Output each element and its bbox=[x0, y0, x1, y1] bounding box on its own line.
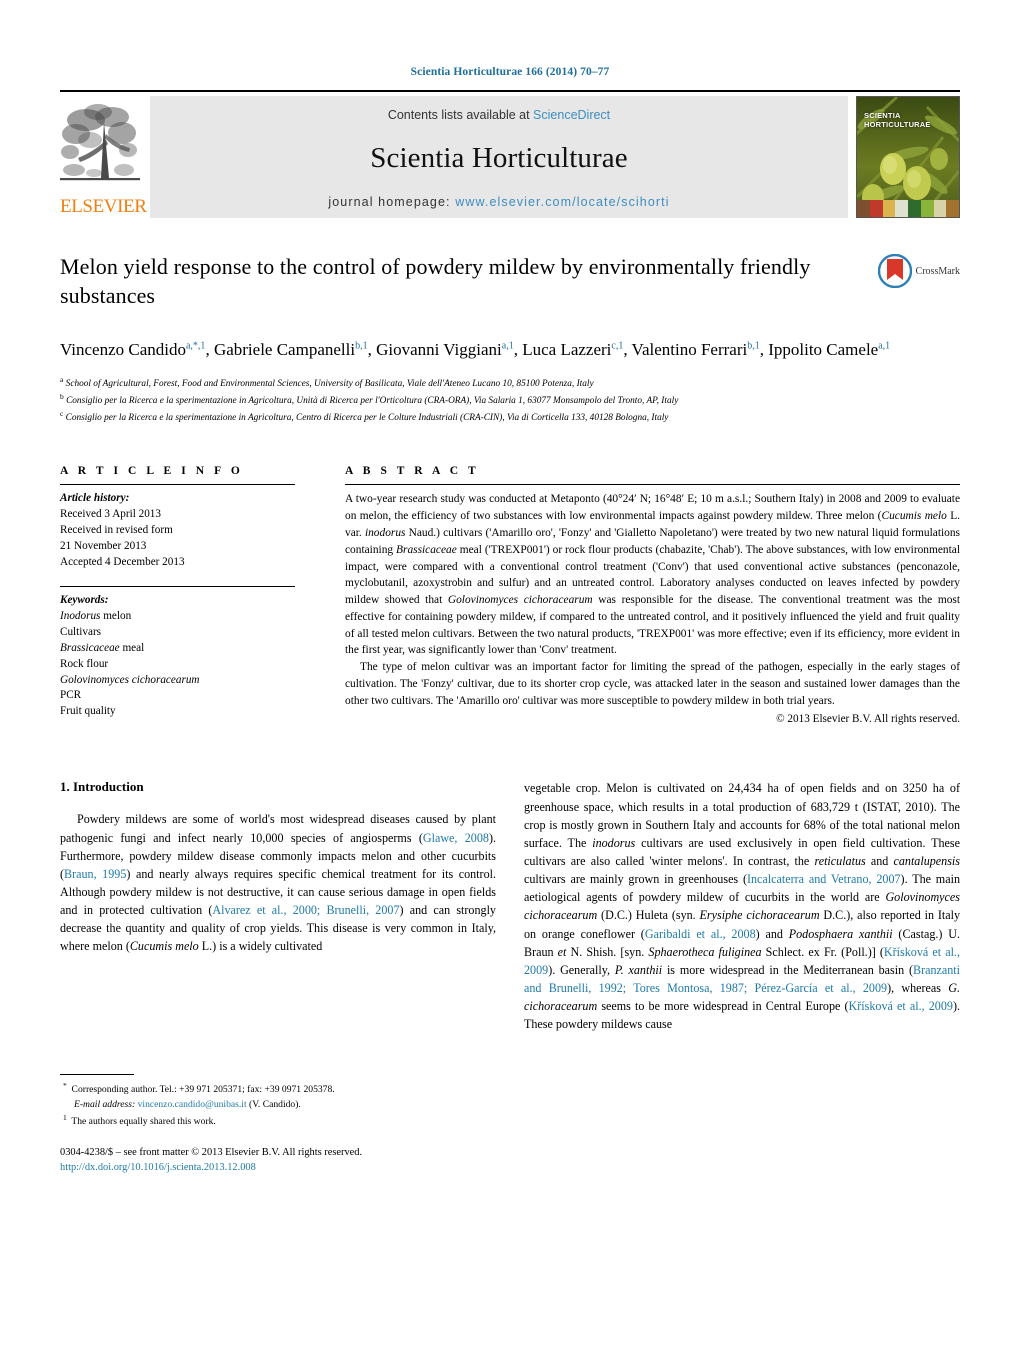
abstract-column: A B S T R A C T A two-year research stud… bbox=[345, 465, 960, 725]
elsevier-wordmark: ELSEVIER bbox=[60, 196, 147, 217]
keyword-italic-part: Golovinomyces cichoracearum bbox=[60, 673, 200, 686]
citation-link[interactable]: Incalcaterra and Vetrano, 2007 bbox=[747, 872, 901, 886]
footnote-equal-contribution: 1 The authors equally shared this work. bbox=[63, 1112, 216, 1127]
divider bbox=[60, 484, 295, 486]
sciencedirect-link[interactable]: ScienceDirect bbox=[533, 108, 610, 122]
article-info-heading: A R T I C L E I N F O bbox=[60, 465, 244, 478]
keyword-item: PCR bbox=[60, 689, 82, 702]
contents-prefix: Contents lists available at bbox=[387, 108, 534, 122]
homepage-prefix: journal homepage: bbox=[328, 195, 456, 209]
issn-line: 0304-4238/$ – see front matter © 2013 El… bbox=[60, 1146, 363, 1158]
citation-link[interactable]: Alvarez et al., 2000; Brunelli, 2007 bbox=[212, 903, 399, 917]
keywords-label: Keywords: bbox=[60, 594, 109, 607]
footnote-block: * Corresponding author. Tel.: +39 971 20… bbox=[60, 1073, 496, 1129]
crossmark-icon bbox=[877, 254, 912, 288]
email-suffix: (V. Candido). bbox=[249, 1098, 301, 1110]
citation-link[interactable]: Glawe, 2008 bbox=[423, 831, 489, 845]
info-abstract-row: A R T I C L E I N F O Article history: R… bbox=[60, 465, 960, 725]
keyword-item: Cultivars bbox=[60, 625, 102, 638]
keywords-list: Keywords: Inodorus melon Cultivars Brass… bbox=[60, 593, 345, 720]
article-history: Article history: Received 3 April 2013 R… bbox=[60, 491, 345, 571]
keywords-block: Keywords: Inodorus melon Cultivars Brass… bbox=[60, 586, 345, 720]
affiliation-marker: b bbox=[60, 391, 64, 401]
paper-page: Scientia Horticulturae 166 (2014) 70–77 bbox=[0, 0, 1020, 1351]
journal-cover-thumbnail: SCIENTIA HORTICULTURAE bbox=[856, 96, 960, 218]
page-title: Melon yield response to the control of p… bbox=[60, 254, 811, 309]
citation-link[interactable]: Branzanti and Brunelli, 1992; Tores Mont… bbox=[524, 963, 960, 995]
article-history-label: Article history: bbox=[60, 492, 130, 505]
affiliation-marker: a bbox=[60, 374, 64, 384]
affiliation-item: c Consiglio per la Ricerca e la sperimen… bbox=[60, 409, 960, 425]
journal-banner: Contents lists available at ScienceDirec… bbox=[150, 96, 848, 218]
elsevier-tree-icon bbox=[60, 104, 140, 181]
keyword-item: Brassicaceae meal bbox=[60, 641, 145, 654]
email-link[interactable]: vincenzo.candido@unibas.it bbox=[138, 1099, 247, 1110]
running-head: Scientia Horticulturae 166 (2014) 70–77 bbox=[410, 66, 610, 78]
history-item: Received in revised form bbox=[60, 524, 173, 537]
affiliation-item: a School of Agricultural, Forest, Food a… bbox=[60, 375, 960, 391]
keyword-item: Inodorus melon bbox=[60, 609, 132, 622]
journal-homepage-link[interactable]: www.elsevier.com/locate/scihorti bbox=[455, 195, 669, 209]
crossmark-badge[interactable]: CrossMark bbox=[877, 254, 960, 288]
section-heading-introduction: 1. Introduction bbox=[60, 779, 144, 795]
keyword-item: Rock flour bbox=[60, 657, 109, 670]
doi-link[interactable]: http://dx.doi.org/10.1016/j.scienta.2013… bbox=[60, 1160, 496, 1176]
affiliation-text: Consiglio per la Ricerca e la sperimenta… bbox=[65, 413, 669, 424]
divider bbox=[60, 586, 295, 588]
affiliation-text: Consiglio per la Ricerca e la sperimenta… bbox=[66, 396, 679, 407]
affiliation-marker: c bbox=[60, 409, 64, 419]
history-item: Received 3 April 2013 bbox=[60, 508, 161, 521]
abstract-body: A two-year research study was conducted … bbox=[345, 491, 960, 709]
abstract-paragraph-1: A two-year research study was conducted … bbox=[345, 493, 961, 657]
abstract-paragraph-2: The type of melon cultivar was an import… bbox=[345, 661, 960, 707]
footnote-corresponding-author: * Corresponding author. Tel.: +39 971 20… bbox=[63, 1080, 335, 1095]
intro-paragraph-right: vegetable crop. Melon is cultivated on 2… bbox=[524, 781, 961, 1032]
introduction-section: 1. Introduction Powdery mildews are some… bbox=[60, 779, 960, 1175]
body-column-right: vegetable crop. Melon is cultivated on 2… bbox=[524, 779, 960, 1175]
affiliation-item: b Consiglio per la Ricerca e la sperimen… bbox=[60, 392, 960, 408]
body-column-left: 1. Introduction Powdery mildews are some… bbox=[60, 779, 496, 1175]
keyword-italic-part: Brassicaceae bbox=[60, 641, 120, 654]
footnote-divider bbox=[60, 1073, 134, 1075]
journal-masthead: ELSEVIER Contents lists available at Sci… bbox=[60, 90, 960, 218]
citation-link[interactable]: Křísková et al., 2009 bbox=[849, 999, 953, 1013]
history-item: 21 November 2013 bbox=[60, 540, 147, 553]
issn-copyright-block: 0304-4238/$ – see front matter © 2013 El… bbox=[60, 1145, 496, 1176]
email-label: E-mail address: bbox=[74, 1098, 136, 1110]
cover-color-strip bbox=[857, 200, 959, 217]
affiliation-text: School of Agricultural, Forest, Food and… bbox=[65, 378, 594, 389]
article-info-column: A R T I C L E I N F O Article history: R… bbox=[60, 465, 345, 725]
citation-link[interactable]: Braun, 1995 bbox=[64, 867, 126, 881]
journal-title: Scientia Horticulturae bbox=[370, 142, 628, 174]
footnote-email: E-mail address: vincenzo.candido@unibas.… bbox=[60, 1098, 496, 1112]
cover-title-line1: SCIENTIA bbox=[864, 111, 901, 120]
elsevier-logo: ELSEVIER bbox=[60, 96, 147, 218]
journal-homepage-line: journal homepage: www.elsevier.com/locat… bbox=[328, 195, 669, 209]
keyword-italic-part: Inodorus bbox=[60, 609, 101, 622]
copyright-line: © 2013 Elsevier B.V. All rights reserved… bbox=[776, 713, 960, 726]
affiliation-list: a School of Agricultural, Forest, Food a… bbox=[60, 375, 960, 426]
cover-title: SCIENTIA HORTICULTURAE bbox=[864, 111, 931, 130]
intro-paragraph-left: Powdery mildews are some of world's most… bbox=[60, 812, 496, 954]
crossmark-label: CrossMark bbox=[915, 265, 960, 277]
divider bbox=[345, 484, 960, 486]
keyword-item: Fruit quality bbox=[60, 705, 116, 718]
citation-link[interactable]: Garibaldi et al., 2008 bbox=[645, 927, 756, 941]
abstract-heading: A B S T R A C T bbox=[345, 465, 480, 478]
title-block: Melon yield response to the control of p… bbox=[60, 252, 960, 322]
contents-line: Contents lists available at ScienceDirec… bbox=[388, 108, 610, 122]
keyword-item: Golovinomyces cichoracearum bbox=[60, 673, 345, 689]
history-item: Accepted 4 December 2013 bbox=[60, 556, 185, 569]
author-list: Vincenzo Candidoa,*,1, Gabriele Campanel… bbox=[60, 340, 891, 359]
cover-title-line2: HORTICULTURAE bbox=[864, 120, 931, 130]
